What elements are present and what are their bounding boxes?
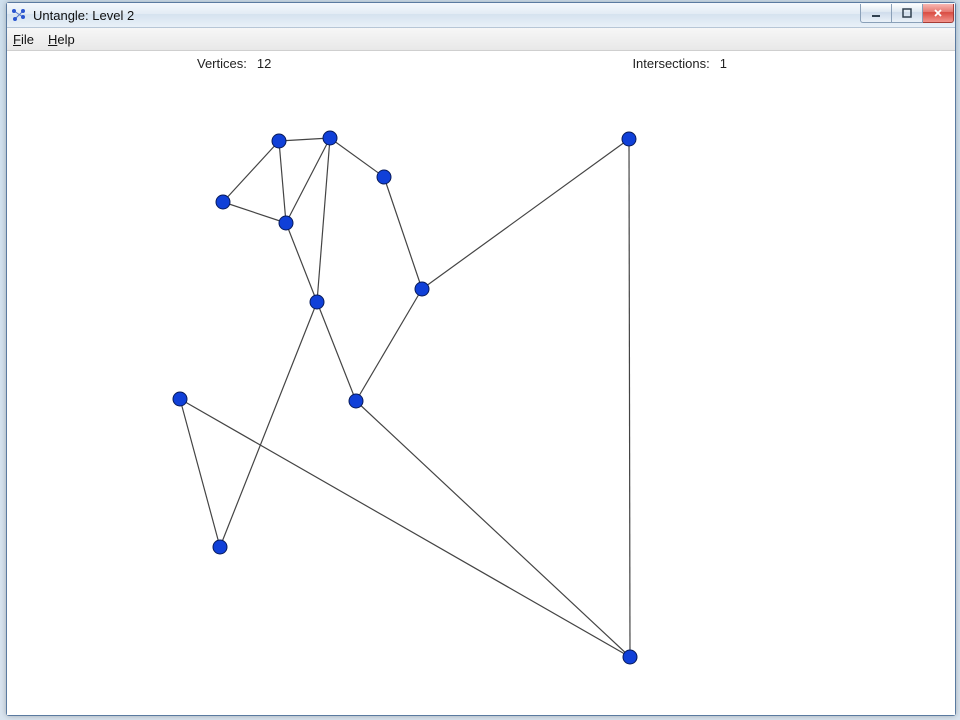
- status-vertices: Vertices: 12: [197, 56, 271, 71]
- graph-vertex[interactable]: [173, 392, 187, 406]
- graph-vertex[interactable]: [310, 295, 324, 309]
- graph-vertex[interactable]: [323, 131, 337, 145]
- intersections-value: 1: [720, 56, 727, 71]
- graph-vertex[interactable]: [213, 540, 227, 554]
- graph-edge: [330, 138, 384, 177]
- graph-edge: [286, 223, 317, 302]
- graph-canvas[interactable]: [7, 73, 955, 715]
- graph-edge: [279, 141, 286, 223]
- graph-vertex[interactable]: [377, 170, 391, 184]
- graph-edge: [220, 302, 317, 547]
- minimize-button[interactable]: [860, 4, 892, 23]
- desktop-background: Untangle: Level 2 File Help: [0, 0, 960, 720]
- graph-vertex[interactable]: [415, 282, 429, 296]
- graph-edge: [356, 289, 422, 401]
- graph-edge: [422, 139, 629, 289]
- menu-file[interactable]: File: [13, 32, 34, 47]
- graph-vertex[interactable]: [622, 132, 636, 146]
- graph-vertex[interactable]: [216, 195, 230, 209]
- graph-vertex[interactable]: [279, 216, 293, 230]
- graph-vertex[interactable]: [349, 394, 363, 408]
- menu-help[interactable]: Help: [48, 32, 75, 47]
- app-icon: [11, 7, 27, 23]
- graph-edge: [317, 302, 356, 401]
- graph-edge: [279, 138, 330, 141]
- graph-edge: [317, 138, 330, 302]
- titlebar[interactable]: Untangle: Level 2: [7, 3, 955, 28]
- close-button[interactable]: [923, 4, 954, 23]
- graph-edge: [180, 399, 220, 547]
- graph-vertex[interactable]: [623, 650, 637, 664]
- graph-edge: [180, 399, 630, 657]
- intersections-label: Intersections:: [632, 56, 709, 71]
- vertices-value: 12: [257, 56, 271, 71]
- graph-svg: [7, 73, 955, 715]
- graph-edge: [629, 139, 630, 657]
- status-intersections: Intersections: 1: [632, 56, 727, 71]
- app-window: Untangle: Level 2 File Help: [6, 2, 956, 716]
- graph-vertex[interactable]: [272, 134, 286, 148]
- graph-edge: [356, 401, 630, 657]
- menubar: File Help: [7, 28, 955, 51]
- graph-edge: [223, 141, 279, 202]
- graph-edge: [286, 138, 330, 223]
- vertices-label: Vertices:: [197, 56, 247, 71]
- window-title: Untangle: Level 2: [33, 8, 860, 23]
- window-controls: [860, 4, 954, 23]
- status-row: Vertices: 12 Intersections: 1: [7, 51, 955, 73]
- graph-edge: [223, 202, 286, 223]
- graph-edge: [384, 177, 422, 289]
- maximize-button[interactable]: [892, 4, 923, 23]
